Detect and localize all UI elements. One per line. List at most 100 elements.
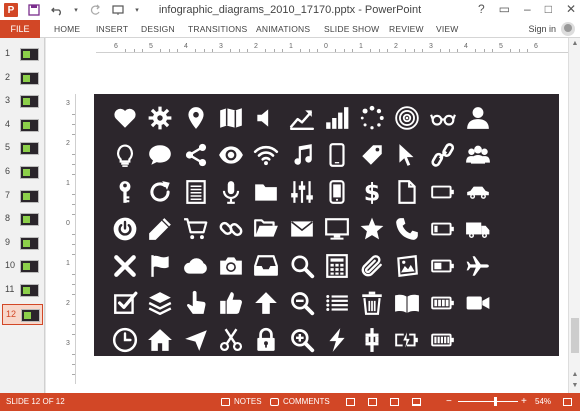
ruler-tick bbox=[194, 49, 196, 52]
ruler-tick bbox=[422, 49, 424, 52]
hand-pointer-icon bbox=[182, 289, 210, 317]
tab-slide-show[interactable]: SLIDE SHOW bbox=[324, 20, 379, 38]
airplane-icon bbox=[464, 252, 492, 280]
slide-thumbnail-preview bbox=[20, 189, 39, 203]
slide-thumbnail-preview bbox=[20, 166, 39, 179]
map-pin-icon bbox=[182, 104, 210, 132]
slide-thumbnail[interactable]: 5 bbox=[2, 138, 43, 159]
key-icon bbox=[111, 178, 139, 206]
previous-slide-icon[interactable]: ▲ bbox=[571, 371, 579, 379]
slide-thumbnail[interactable]: 11 bbox=[2, 280, 43, 301]
share-icon bbox=[182, 141, 210, 169]
tab-insert[interactable]: INSERT bbox=[96, 20, 128, 38]
zoom-slider-handle[interactable] bbox=[494, 397, 497, 406]
video-camera-icon bbox=[464, 289, 492, 317]
eye-icon bbox=[217, 141, 245, 169]
tab-file[interactable]: FILE bbox=[0, 20, 40, 38]
vertical-scrollbar[interactable]: ▲ ▲ ▼ bbox=[568, 38, 580, 393]
slide-counter: SLIDE 12 OF 12 bbox=[6, 397, 65, 406]
slide-thumbnail[interactable]: 2 bbox=[2, 68, 43, 89]
slide-sorter-icon[interactable] bbox=[368, 398, 377, 406]
star-icon bbox=[358, 215, 386, 243]
sign-in-link[interactable]: Sign in bbox=[528, 20, 556, 38]
minimize-icon[interactable]: – bbox=[524, 2, 531, 16]
maximize-icon[interactable]: □ bbox=[545, 2, 552, 16]
slide-thumbnail-preview bbox=[20, 284, 39, 297]
reading-view-icon[interactable] bbox=[390, 398, 399, 406]
tab-view[interactable]: VIEW bbox=[436, 20, 459, 38]
slide-canvas[interactable]: $ bbox=[94, 94, 559, 356]
ruler-label: 3 bbox=[219, 43, 223, 50]
tab-home[interactable]: HOME bbox=[54, 20, 80, 38]
slide-thumbnail[interactable]: 1 bbox=[2, 44, 43, 65]
slide-thumbnail[interactable]: 8 bbox=[2, 209, 43, 230]
flag-icon bbox=[146, 252, 174, 280]
scrollbar-thumb[interactable] bbox=[571, 318, 579, 353]
normal-view-icon[interactable] bbox=[346, 398, 355, 406]
tab-design[interactable]: DESIGN bbox=[141, 20, 175, 38]
ruler-tick bbox=[159, 49, 161, 52]
ruler-tick bbox=[142, 49, 144, 52]
thumbs-up-icon bbox=[217, 289, 245, 317]
ruler-tick bbox=[72, 254, 75, 255]
slide-thumbnail-preview bbox=[21, 308, 40, 322]
scroll-up-icon[interactable]: ▲ bbox=[571, 40, 579, 48]
slide-thumbnail[interactable]: 3 bbox=[2, 91, 43, 112]
speaker-icon bbox=[252, 104, 280, 132]
document-lines-icon bbox=[182, 178, 210, 206]
slide-thumbnail[interactable]: 6 bbox=[2, 162, 43, 183]
ruler-tick bbox=[72, 154, 75, 155]
arrow-up-icon bbox=[252, 289, 280, 317]
lock-icon bbox=[252, 326, 280, 354]
slide-thumbnail-number: 8 bbox=[5, 213, 11, 224]
ruler-tick bbox=[492, 49, 494, 52]
zoom-level[interactable]: 54% bbox=[535, 393, 551, 411]
slide-show-view-icon[interactable] bbox=[412, 398, 421, 406]
ruler-tick bbox=[72, 374, 75, 375]
inbox-icon bbox=[252, 252, 280, 280]
map-icon bbox=[217, 104, 245, 132]
close-x-icon bbox=[111, 252, 139, 280]
zoom-out-button[interactable]: − bbox=[446, 393, 452, 411]
slide-thumbnail[interactable]: 7 bbox=[2, 186, 43, 207]
close-icon[interactable]: ✕ bbox=[566, 2, 576, 16]
slide-thumbnail[interactable]: 10 bbox=[2, 256, 43, 277]
ruler-tick bbox=[177, 49, 179, 52]
zoom-slider[interactable] bbox=[458, 401, 518, 402]
zoom-in-button[interactable]: + bbox=[521, 393, 527, 411]
users-icon bbox=[464, 141, 492, 169]
ribbon-display-options-icon[interactable]: ▭ bbox=[499, 2, 510, 16]
slide-thumbnail-number: 11 bbox=[5, 284, 15, 294]
comments-button[interactable]: COMMENTS bbox=[283, 393, 330, 411]
slide-thumbnail[interactable]: 12 bbox=[2, 303, 43, 325]
ruler-label: 5 bbox=[499, 43, 503, 50]
checkbox-icon bbox=[111, 289, 139, 317]
fit-slide-icon[interactable] bbox=[563, 398, 572, 406]
ruler-label: 1 bbox=[66, 180, 70, 187]
ruler-label: 4 bbox=[184, 43, 188, 50]
next-slide-icon[interactable]: ▼ bbox=[571, 382, 579, 390]
ruler-label: 3 bbox=[429, 43, 433, 50]
layers-icon bbox=[146, 289, 174, 317]
ruler-tick bbox=[247, 49, 249, 52]
tab-transitions[interactable]: TRANSITIONS bbox=[188, 20, 247, 38]
music-icon bbox=[288, 141, 316, 169]
slide-thumbnail[interactable]: 9 bbox=[2, 233, 43, 254]
comments-icon[interactable] bbox=[270, 398, 279, 406]
clock-icon bbox=[111, 326, 139, 354]
notes-button[interactable]: NOTES bbox=[234, 393, 262, 411]
slide-thumbnail[interactable]: 4 bbox=[2, 115, 43, 136]
slide-thumbnail-preview bbox=[20, 95, 39, 109]
avatar[interactable] bbox=[561, 22, 575, 36]
ruler-tick bbox=[457, 49, 459, 52]
tab-review[interactable]: REVIEW bbox=[389, 20, 424, 38]
notes-icon[interactable] bbox=[221, 398, 230, 406]
ruler-label: 0 bbox=[66, 220, 70, 227]
help-icon[interactable]: ? bbox=[478, 2, 485, 16]
ruler-tick bbox=[72, 244, 75, 245]
vertical-ruler: 3 2 1 0 1 2 3 bbox=[66, 94, 76, 384]
ruler-tick bbox=[352, 49, 354, 52]
svg-text:$: $ bbox=[364, 179, 381, 205]
ruler-tick bbox=[72, 334, 75, 335]
tab-animations[interactable]: ANIMATIONS bbox=[256, 20, 310, 38]
